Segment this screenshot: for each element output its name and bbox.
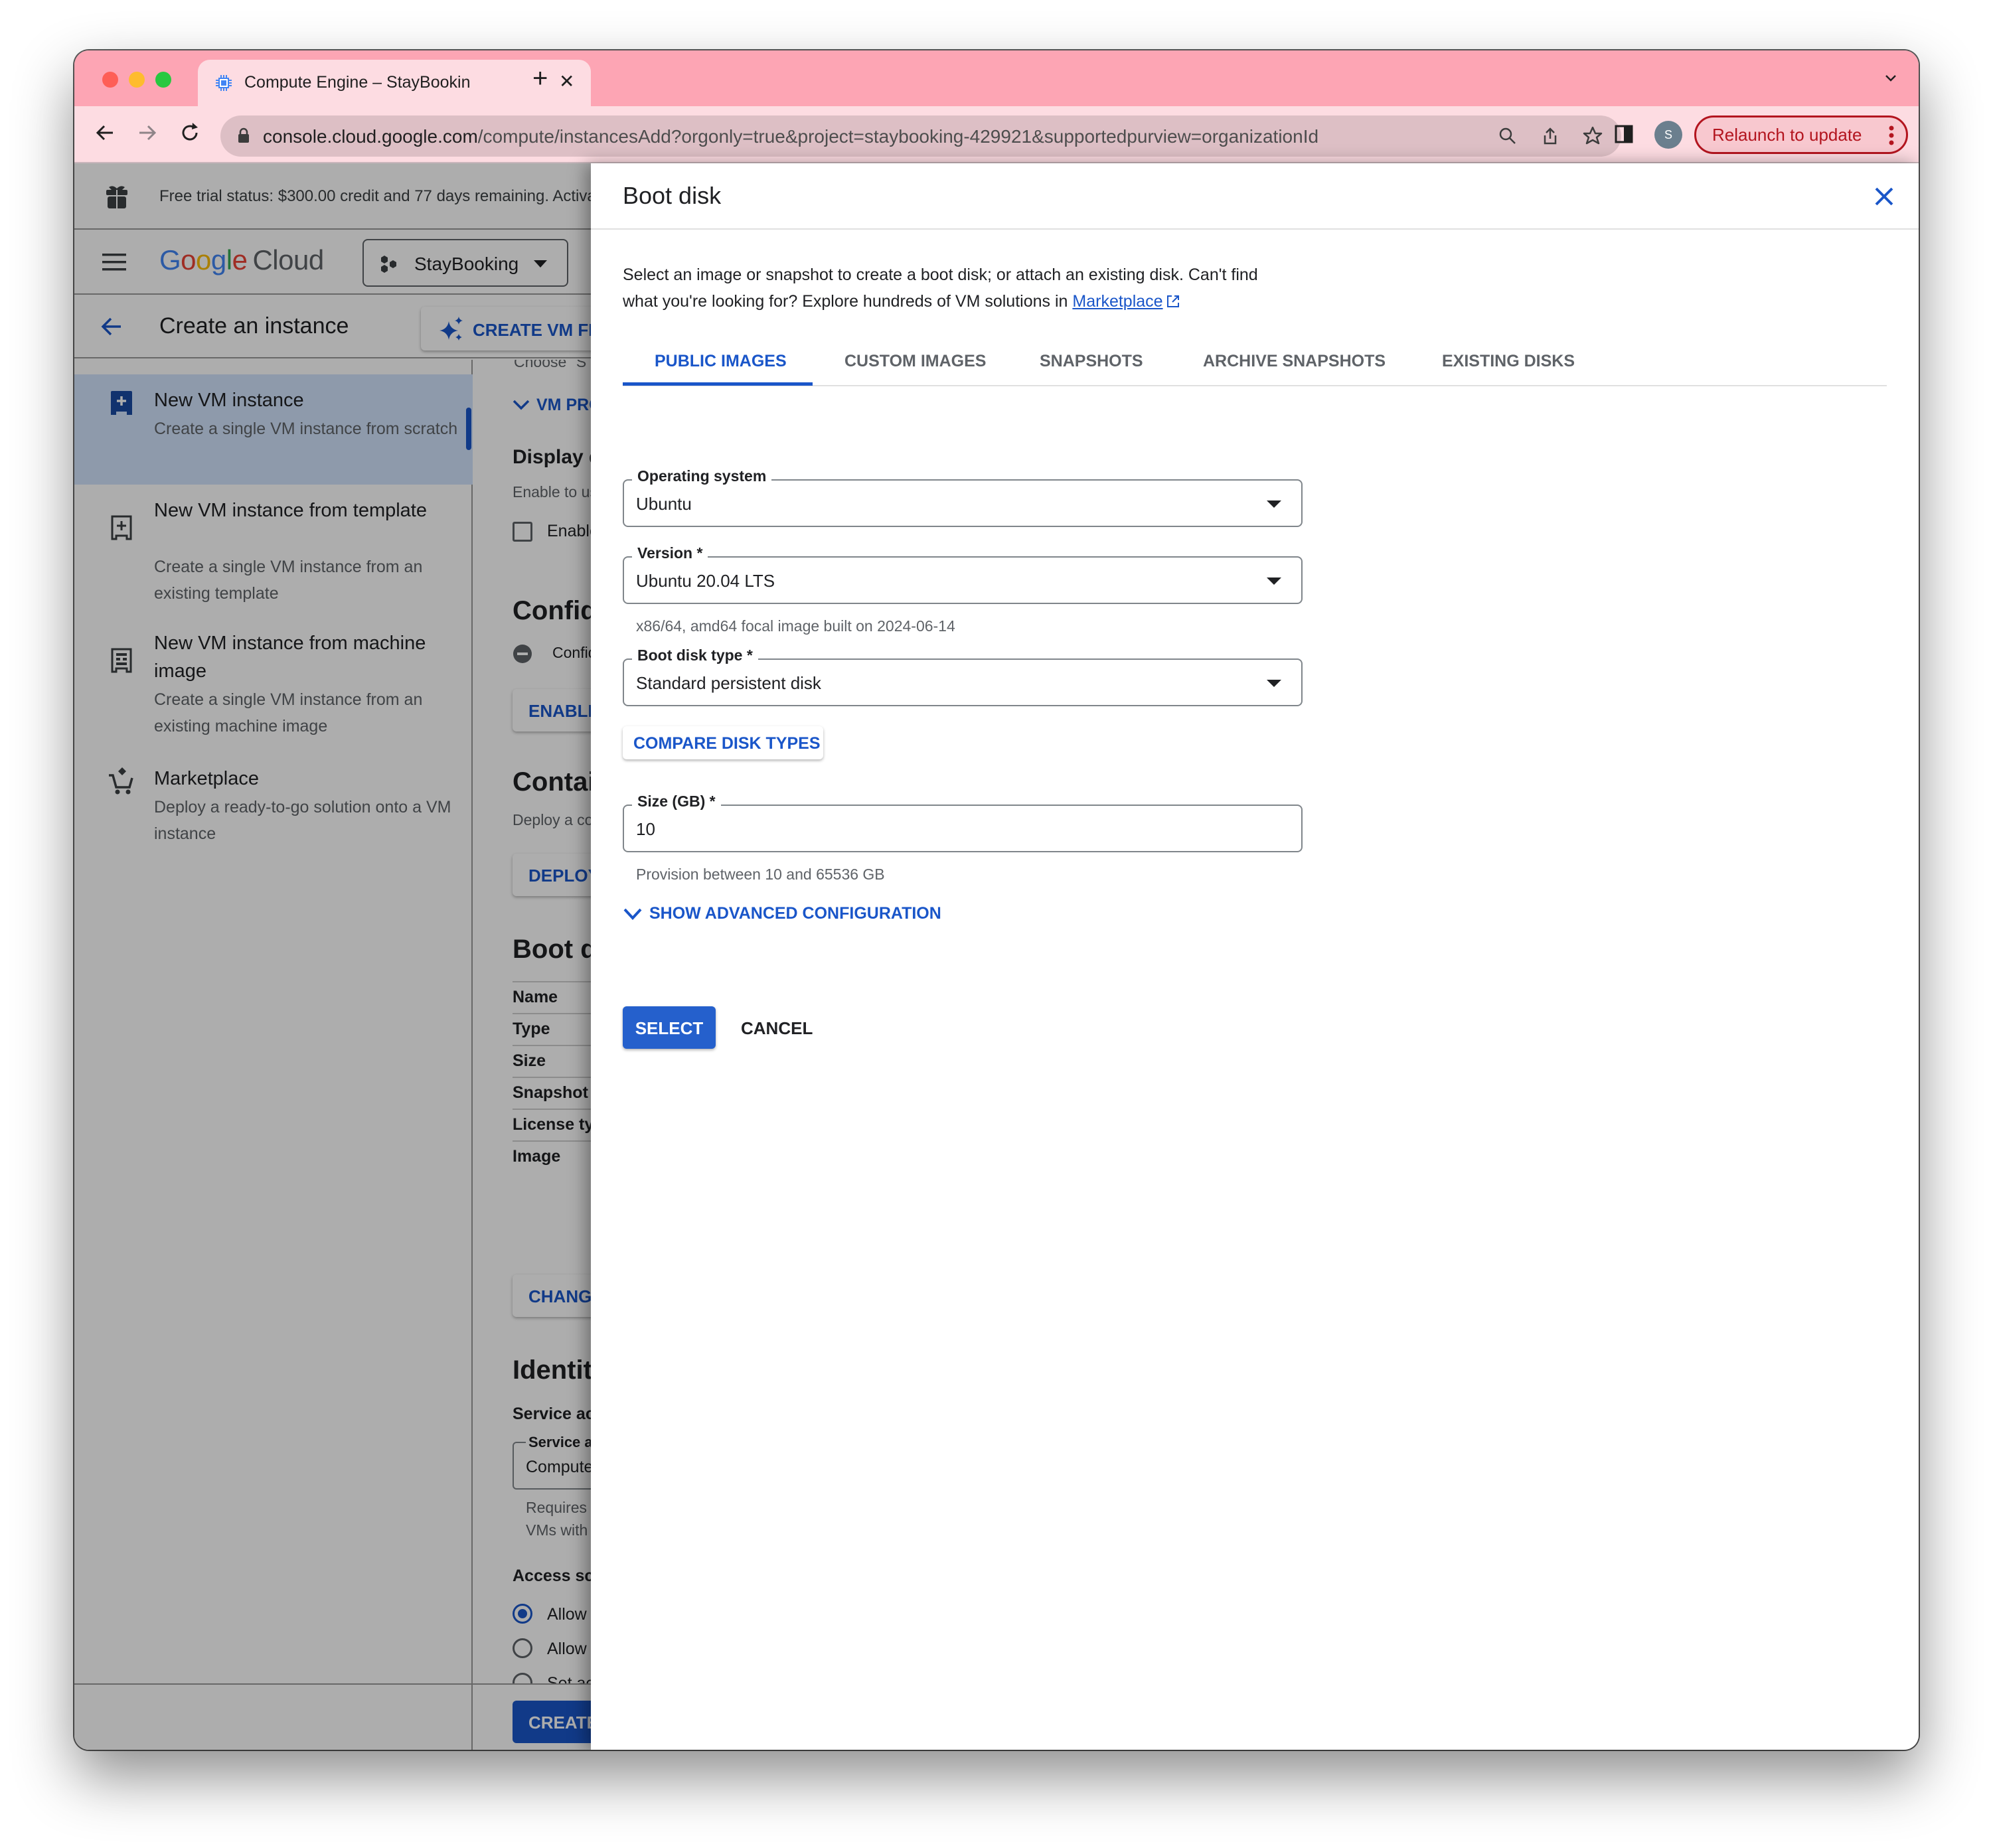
image-source-tabs: PUBLIC IMAGES CUSTOM IMAGES SNAPSHOTS AR… <box>623 343 1887 386</box>
operating-system-value: Ubuntu <box>636 494 692 514</box>
panel-header: Boot disk <box>591 163 1919 230</box>
forward-icon[interactable] <box>135 121 159 145</box>
dropdown-arrow-icon <box>1267 501 1281 508</box>
address-bar[interactable]: console.cloud.google.com/compute/instanc… <box>220 116 1621 157</box>
browser-toolbar: console.cloud.google.com/compute/instanc… <box>74 106 1919 163</box>
tab-title: Compute Engine – StayBookin <box>244 73 471 92</box>
tab-archive-snapshots[interactable]: ARCHIVE SNAPSHOTS <box>1203 352 1386 371</box>
relaunch-to-update-button[interactable]: Relaunch to update <box>1694 116 1908 154</box>
size-helper-text: Provision between 10 and 65536 GB <box>636 866 885 883</box>
boot-disk-type-label: Boot disk type * <box>632 647 758 664</box>
reload-icon[interactable] <box>178 121 202 145</box>
cancel-button[interactable]: CANCEL <box>732 1006 818 1049</box>
dropdown-arrow-icon <box>1267 680 1281 687</box>
active-tab-indicator <box>623 382 813 386</box>
boot-disk-panel: Boot disk Select an image or snapshot to… <box>591 163 1919 1750</box>
open-in-new-icon <box>1166 295 1179 307</box>
lock-icon <box>238 127 249 143</box>
tab-bar: Compute Engine – StayBookin ✕ + <box>74 50 1919 106</box>
size-input[interactable]: Size (GB) * 10 <box>623 793 1303 852</box>
relaunch-label: Relaunch to update <box>1712 125 1862 145</box>
share-icon[interactable] <box>1539 125 1561 147</box>
tab-existing-disks[interactable]: EXISTING DISKS <box>1442 352 1575 371</box>
dropdown-arrow-icon <box>1267 578 1281 585</box>
close-icon[interactable] <box>1871 183 1897 210</box>
size-value: 10 <box>636 819 655 839</box>
minimize-window-button[interactable] <box>129 72 145 88</box>
version-label: Version * <box>632 544 708 562</box>
marketplace-link[interactable]: Marketplace <box>1072 292 1162 311</box>
more-vert-icon[interactable] <box>1889 125 1894 145</box>
version-select[interactable]: Version * Ubuntu 20.04 LTS <box>623 544 1303 604</box>
tab-snapshots[interactable]: SNAPSHOTS <box>1040 352 1143 371</box>
version-value: Ubuntu 20.04 LTS <box>636 571 775 591</box>
back-icon[interactable] <box>93 121 117 145</box>
boot-disk-type-select[interactable]: Boot disk type * Standard persistent dis… <box>623 647 1303 706</box>
new-tab-button[interactable]: + <box>532 65 548 92</box>
operating-system-select[interactable]: Operating system Ubuntu <box>623 467 1303 527</box>
panel-description: Select an image or snapshot to create a … <box>623 266 1258 311</box>
select-button[interactable]: SELECT <box>623 1006 716 1049</box>
panel-title: Boot disk <box>623 182 722 209</box>
compute-engine-chip-icon <box>216 75 232 91</box>
operating-system-label: Operating system <box>632 467 772 485</box>
version-helper-text: x86/64, amd64 focal image built on 2024-… <box>636 617 955 635</box>
boot-disk-type-value: Standard persistent disk <box>636 673 821 693</box>
zoom-search-icon[interactable] <box>1496 125 1519 147</box>
url-text: console.cloud.google.com/compute/instanc… <box>263 126 1319 147</box>
maximize-window-button[interactable] <box>155 72 171 88</box>
bookmark-star-icon[interactable] <box>1581 125 1604 147</box>
tab-close-icon[interactable]: ✕ <box>559 70 574 92</box>
tab-custom-images[interactable]: CUSTOM IMAGES <box>844 352 986 371</box>
profile-avatar[interactable]: S <box>1654 121 1682 149</box>
browser-window: Compute Engine – StayBookin ✕ + console.… <box>74 50 1919 1750</box>
side-panel-icon[interactable] <box>1615 125 1633 143</box>
tab-public-images[interactable]: PUBLIC IMAGES <box>655 352 787 371</box>
size-label: Size (GB) * <box>632 793 721 810</box>
tab-search-chevron-icon[interactable] <box>1883 70 1899 86</box>
compare-disk-types-button[interactable]: COMPARE DISK TYPES <box>623 726 823 759</box>
close-window-button[interactable] <box>102 72 118 88</box>
chevron-down-icon <box>623 908 642 920</box>
